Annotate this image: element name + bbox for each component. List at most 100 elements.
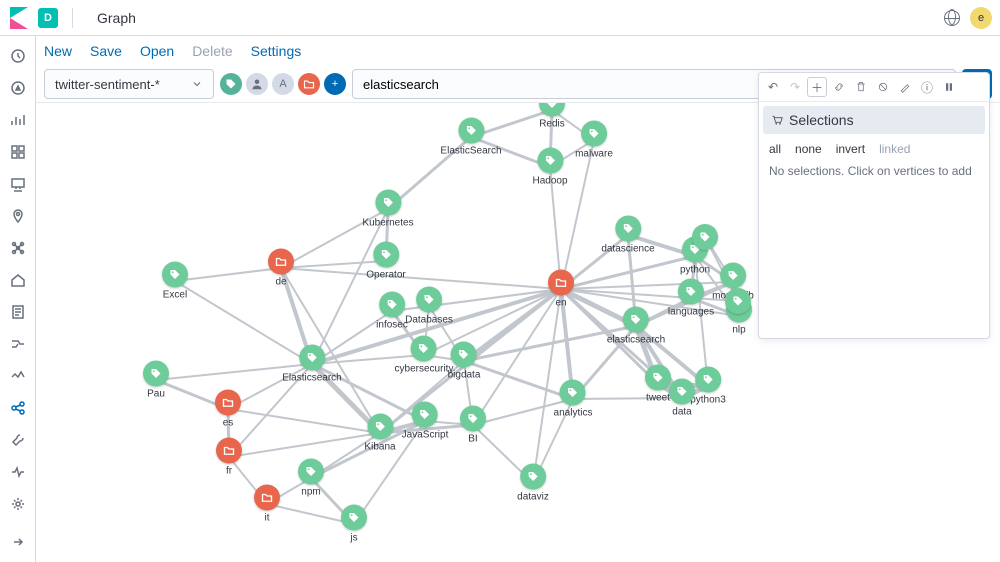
node-label: python — [680, 265, 710, 276]
redo-icon[interactable]: ↷ — [785, 77, 805, 97]
undo-icon[interactable]: ↶ — [763, 77, 783, 97]
graph-node[interactable]: ElasticSearch — [440, 118, 501, 157]
node-label: Elasticsearch — [282, 373, 341, 384]
node-label: Operator — [366, 270, 405, 281]
index-pattern-value: twitter-sentiment-* — [55, 77, 160, 92]
link-icon[interactable] — [829, 77, 849, 97]
user-avatar[interactable]: e — [970, 7, 992, 29]
tag-icon — [162, 262, 188, 288]
index-pattern-select[interactable]: twitter-sentiment-* — [44, 69, 214, 99]
drill-icon[interactable]: ⓘ — [917, 77, 937, 97]
graph-node[interactable]: elasticsearch — [607, 307, 665, 346]
graph-node[interactable]: it — [254, 485, 280, 524]
nav-ml-icon[interactable] — [10, 240, 26, 256]
tag-icon — [460, 406, 486, 432]
graph-node[interactable]: BI — [460, 406, 486, 445]
nav-logs-icon[interactable] — [10, 304, 26, 320]
nav-monitoring-icon[interactable] — [10, 464, 26, 480]
node-label: it — [254, 513, 280, 524]
graph-node[interactable]: npm — [298, 459, 324, 498]
node-label: analytics — [554, 408, 593, 419]
trash-icon[interactable] — [851, 77, 871, 97]
nav-apm-icon[interactable] — [10, 336, 26, 352]
nav-discover-icon[interactable] — [10, 80, 26, 96]
graph-node[interactable]: bigdata — [448, 342, 481, 381]
graph-node[interactable]: datascience — [601, 216, 654, 255]
node-label: python3 — [690, 395, 726, 406]
graph-node[interactable]: infosec — [376, 292, 408, 331]
field-pill[interactable] — [246, 73, 268, 95]
menu-open[interactable]: Open — [140, 43, 174, 59]
nav-infra-icon[interactable] — [10, 272, 26, 288]
graph-node[interactable] — [725, 288, 751, 314]
graph-node[interactable]: tweet — [645, 365, 671, 404]
tag-icon — [623, 307, 649, 333]
nav-graph-icon[interactable] — [10, 400, 26, 416]
folder-icon — [268, 249, 294, 275]
nav-canvas-icon[interactable] — [10, 176, 26, 192]
tab-none[interactable]: none — [795, 142, 822, 156]
nav-management-icon[interactable] — [10, 496, 26, 512]
breadcrumb[interactable]: Graph — [97, 10, 136, 26]
side-nav — [0, 36, 36, 562]
style-icon[interactable] — [895, 77, 915, 97]
graph-node[interactable]: Elasticsearch — [282, 345, 341, 384]
node-label: nlp — [726, 325, 752, 336]
graph-node[interactable]: de — [268, 249, 294, 288]
nav-recent-icon[interactable] — [10, 48, 26, 64]
field-pill[interactable] — [298, 73, 320, 95]
node-label: Kibana — [364, 442, 395, 453]
nav-dashboard-icon[interactable] — [10, 144, 26, 160]
nav-maps-icon[interactable] — [10, 208, 26, 224]
graph-edge[interactable] — [175, 268, 281, 281]
graph-node[interactable]: Kibana — [364, 414, 395, 453]
graph-node[interactable]: JavaScript — [402, 402, 449, 441]
graph-node[interactable]: es — [215, 390, 241, 429]
node-label: Databases — [405, 315, 453, 326]
node-label: tweet — [645, 393, 671, 404]
graph-node[interactable]: js — [341, 505, 367, 544]
kibana-logo-icon[interactable] — [8, 7, 30, 29]
nav-uptime-icon[interactable] — [10, 368, 26, 384]
node-label: fr — [216, 466, 242, 477]
graph-node[interactable]: en — [548, 270, 574, 309]
pause-icon[interactable] — [939, 77, 959, 97]
graph-node[interactable]: Operator — [366, 242, 405, 281]
graph-node[interactable]: python3 — [690, 367, 726, 406]
expand-icon[interactable]: ＋ — [807, 77, 827, 97]
menu-save[interactable]: Save — [90, 43, 122, 59]
graph-node[interactable]: dataviz — [517, 464, 549, 503]
nav-visualize-icon[interactable] — [10, 112, 26, 128]
graph-node[interactable]: Excel — [162, 262, 188, 301]
graph-edge[interactable] — [312, 209, 388, 364]
graph-node[interactable]: fr — [216, 438, 242, 477]
graph-node[interactable]: analytics — [554, 380, 593, 419]
graph-node[interactable]: languages — [668, 279, 714, 318]
node-label: js — [341, 533, 367, 544]
graph-node[interactable]: Pau — [143, 361, 169, 400]
space-selector[interactable]: D — [38, 8, 58, 28]
field-pill[interactable]: A — [272, 73, 294, 95]
menu-new[interactable]: New — [44, 43, 72, 59]
tag-icon — [692, 224, 718, 250]
graph-node[interactable]: Redis — [539, 102, 565, 130]
graph-node[interactable]: data — [669, 379, 695, 418]
tab-all[interactable]: all — [769, 142, 781, 156]
field-pill[interactable] — [220, 73, 242, 95]
graph-node[interactable]: Hadoop — [532, 148, 567, 187]
collapse-nav-icon[interactable] — [10, 534, 26, 550]
graph-node[interactable] — [692, 224, 718, 250]
graph-node[interactable]: Kubernetes — [362, 190, 413, 229]
graph-node[interactable]: Databases — [405, 287, 453, 326]
tab-invert[interactable]: invert — [836, 142, 865, 156]
graph-node[interactable]: cybersecurity — [395, 336, 454, 375]
graph-node[interactable]: malware — [575, 121, 613, 160]
nav-dev-tools-icon[interactable] — [10, 432, 26, 448]
divider — [72, 8, 73, 28]
tag-icon — [143, 361, 169, 387]
field-pill[interactable]: + — [324, 73, 346, 95]
news-feed-icon[interactable] — [944, 10, 960, 26]
menu-settings[interactable]: Settings — [251, 43, 302, 59]
block-icon[interactable] — [873, 77, 893, 97]
node-label: de — [268, 277, 294, 288]
